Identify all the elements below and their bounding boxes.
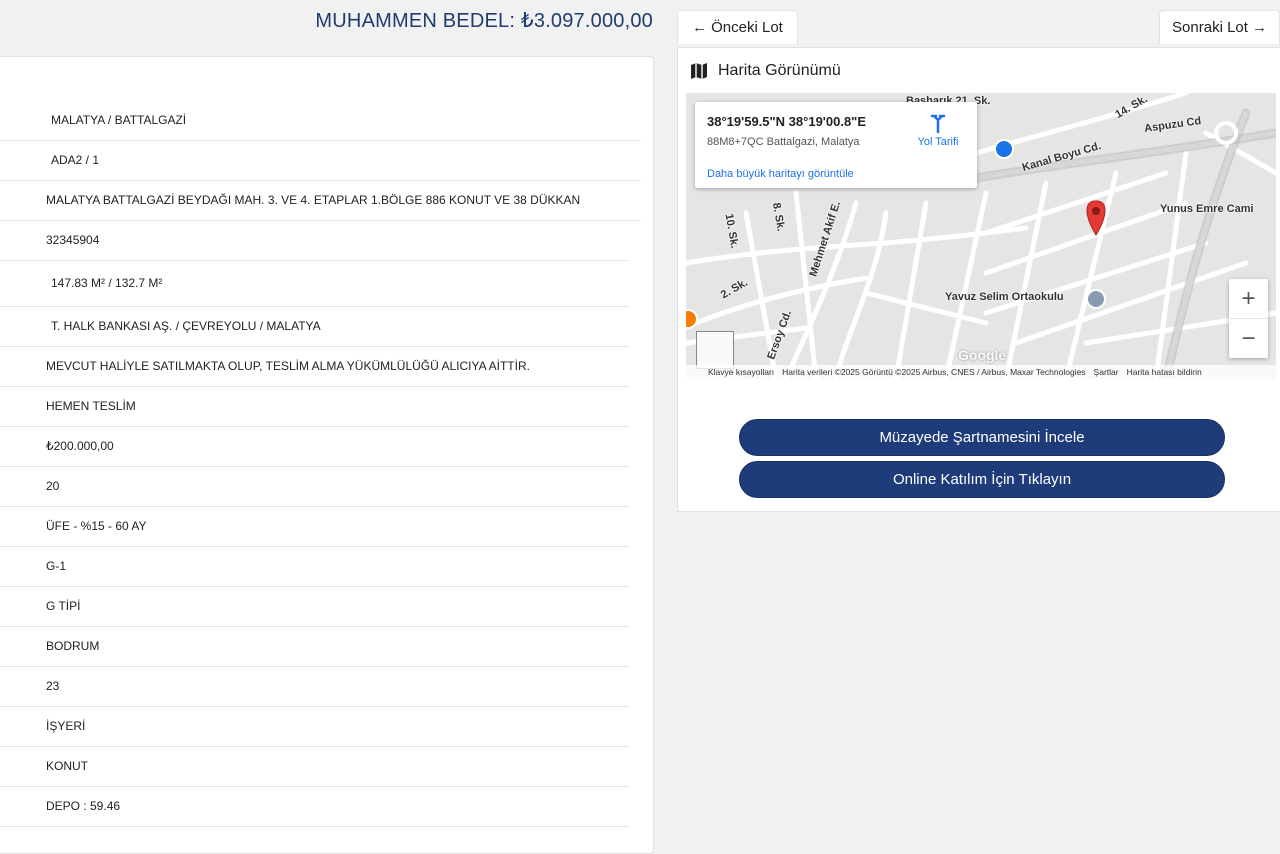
detail-row-block: G-1 (0, 546, 629, 587)
detail-row-parcel: ADA2 / 1 (0, 140, 641, 181)
map-type-toggle[interactable] (696, 331, 734, 369)
detail-value: 32345904 (46, 233, 100, 247)
directions-button[interactable]: Yol Tarifi (913, 114, 963, 148)
next-lot-label: Sonraki Lot (1172, 19, 1248, 36)
detail-value: KONUT (46, 759, 88, 773)
detail-row-condition: MEVCUT HALİYLE SATILMAKTA OLUP, TESLİM A… (0, 346, 629, 387)
detail-row-number: 32345904 (0, 220, 629, 261)
next-lot-button[interactable]: Sonraki Lot → (1159, 10, 1280, 44)
plus-code: 88M8+7QC Battalgazi, Malatya (707, 136, 860, 148)
detail-value: 23 (46, 679, 60, 693)
detail-row-floor: BODRUM (0, 626, 629, 667)
map-data-attribution: Harita verileri ©2025 Görüntü ©2025 Airb… (782, 367, 1086, 377)
detail-row-deposit: ₺200.000,00 (0, 426, 629, 467)
detail-value: G TİPİ (46, 599, 81, 613)
keyboard-shortcuts-link[interactable]: Klavye kısayolları (708, 367, 774, 377)
price-label: MUHAMMEN BEDEL: (315, 10, 516, 32)
price-header: MUHAMMEN BEDEL: ₺3.097.000,00 (315, 8, 653, 33)
detail-value: BODRUM (46, 639, 100, 653)
detail-row-bank: T. HALK BANKASI AŞ. / ÇEVREYOLU / MALATY… (0, 306, 629, 347)
arrow-left-icon: ← (692, 19, 708, 36)
map-icon (691, 63, 707, 79)
detail-row-payment: ÜFE - %15 - 60 AY (0, 506, 629, 547)
online-participation-button[interactable]: Online Katılım İçin Tıklayın (739, 461, 1225, 498)
previous-lot-button[interactable]: ← Önceki Lot (677, 10, 798, 44)
detail-row-storage: DEPO : 59.46 (0, 786, 629, 827)
zoom-out-button[interactable]: − (1229, 319, 1268, 358)
detail-row-type: G TİPİ (0, 586, 629, 627)
directions-icon (930, 114, 946, 134)
map-attribution: Klavye kısayolları Harita verileri ©2025… (686, 365, 1276, 379)
map-info-window: 38°19'59.5"N 38°19'00.8"E 88M8+7QC Batta… (695, 102, 977, 188)
detail-value: ₺200.000,00 (46, 439, 114, 453)
detail-value: 147.83 M² / 132.7 M² (51, 276, 163, 290)
detail-row-door: 23 (0, 666, 629, 707)
detail-value: G-1 (46, 559, 67, 573)
detail-value: İŞYERİ (46, 719, 86, 733)
coordinates: 38°19'59.5"N 38°19'00.8"E (707, 114, 867, 129)
detail-row-delivery: HEMEN TESLİM (0, 386, 629, 427)
detail-value: MEVCUT HALİYLE SATILMAKTA OLUP, TESLİM A… (46, 359, 530, 373)
bigger-map-link[interactable]: Daha büyük haritayı görüntüle (707, 168, 854, 180)
zoom-control: + − (1229, 279, 1268, 358)
detail-value: DEPO : 59.46 (46, 799, 121, 813)
lot-details-card: MALATYA / BATTALGAZİ ADA2 / 1 MALATYA BA… (0, 56, 654, 854)
detail-value: ÜFE - %15 - 60 AY (46, 519, 147, 533)
detail-row-usage: İŞYERİ (0, 706, 629, 747)
detail-row-location: MALATYA / BATTALGAZİ (0, 100, 641, 141)
auction-spec-button[interactable]: Müzayede Şartnamesini İncele (739, 419, 1225, 456)
google-logo: Google (958, 347, 1007, 363)
arrow-right-icon: → (1251, 19, 1267, 36)
report-error-link[interactable]: Harita hatası bildirin (1127, 367, 1202, 377)
map-card: Harita Görünümü Yunus Emre Cami Yavuz Se… (677, 47, 1280, 512)
detail-row-zoning: KONUT (0, 746, 629, 787)
directions-label: Yol Tarifi (917, 136, 959, 148)
detail-value: T. HALK BANKASI AŞ. / ÇEVREYOLU / MALATY… (51, 319, 321, 333)
poi-mosque[interactable]: Yunus Emre Cami (1160, 203, 1254, 215)
detail-value: MALATYA / BATTALGAZİ (51, 113, 187, 127)
detail-row-project: MALATYA BATTALGAZİ BEYDAĞI MAH. 3. VE 4.… (0, 180, 641, 221)
map-title: Harita Görünümü (690, 62, 841, 80)
detail-value: HEMEN TESLİM (46, 399, 136, 413)
poi-school[interactable]: Yavuz Selim Ortaokulu (945, 291, 1064, 303)
detail-value: MALATYA BATTALGAZİ BEYDAĞI MAH. 3. VE 4.… (46, 193, 581, 207)
price-value: ₺3.097.000,00 (520, 10, 653, 32)
detail-row-area: 147.83 M² / 132.7 M² (0, 260, 629, 307)
map-view[interactable]: Yunus Emre Cami Yavuz Selim Ortaokulu Ka… (686, 93, 1276, 379)
detail-value: 20 (46, 479, 60, 493)
detail-value: ADA2 / 1 (51, 153, 100, 167)
zoom-in-button[interactable]: + (1229, 279, 1268, 319)
previous-lot-label: Önceki Lot (711, 19, 783, 36)
terms-link[interactable]: Şartlar (1094, 367, 1119, 377)
detail-row-percent: 20 (0, 466, 629, 507)
map-title-label: Harita Görünümü (718, 62, 841, 79)
